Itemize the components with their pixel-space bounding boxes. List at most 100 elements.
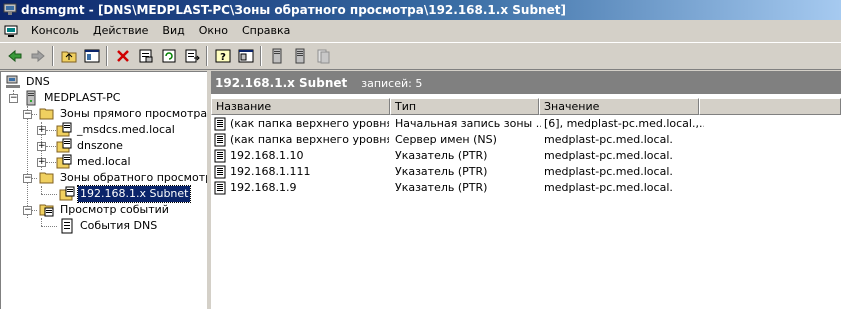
column-header-filler (699, 98, 841, 115)
record-value: medplast-pc.med.local. (544, 181, 673, 194)
event-viewer-icon (39, 202, 55, 218)
zone-icon (59, 186, 75, 202)
tree-node-dns-events[interactable]: События DNS (59, 218, 159, 234)
collapse-server-toggle[interactable]: − (9, 94, 18, 103)
tree-label-zone: dnszone (77, 139, 123, 152)
server-alt-icon (295, 48, 304, 64)
menu-window[interactable]: Окно (192, 22, 235, 40)
tree-node-event-viewer[interactable]: Просмотр событий (39, 202, 171, 218)
tree-node-reverse-subnet[interactable]: 192.168.1.x Subnet (59, 185, 192, 203)
record-icon (213, 165, 227, 179)
forward-button[interactable] (26, 45, 49, 67)
toolbar-separator (106, 46, 108, 66)
toolbar-separator (206, 46, 208, 66)
folder-open-icon (39, 106, 55, 122)
back-button[interactable] (3, 45, 26, 67)
refresh-icon (162, 49, 175, 63)
collapse-forward-zones-toggle[interactable]: − (23, 110, 32, 119)
collapse-reverse-zones-toggle[interactable]: − (23, 174, 32, 183)
record-icon (213, 181, 227, 195)
details-title: 192.168.1.x Subnet (215, 76, 348, 90)
record-type: Указатель (PTR) (395, 165, 488, 178)
column-header-type[interactable]: Тип (390, 98, 539, 115)
help-icon: ? (215, 49, 230, 63)
back-icon (7, 49, 21, 63)
column-header-name[interactable]: Название (211, 98, 390, 115)
title-bar[interactable]: dnsmgmt - [DNS\MEDPLAST-PC\Зоны обратног… (0, 0, 841, 20)
record-name: 192.168.1.111 (230, 165, 311, 178)
tree-label-server: MEDPLAST-PC (44, 91, 121, 104)
zone-icon (56, 138, 72, 154)
record-type: Указатель (PTR) (395, 181, 488, 194)
table-row[interactable]: 192.168.1.9 Указатель (PTR) medplast-pc.… (211, 180, 841, 196)
record-value: [6], medplast-pc.med.local.,... (544, 117, 704, 130)
server-icon (272, 48, 281, 64)
show-hide-tree-button[interactable] (80, 45, 103, 67)
expand-msdcs-toggle[interactable]: + (37, 126, 46, 135)
tree-label-dns-events: События DNS (80, 219, 158, 232)
record-name: 192.168.1.10 (230, 149, 304, 162)
record-icon (213, 133, 227, 147)
record-type: Указатель (PTR) (395, 149, 488, 162)
record-name: 192.168.1.9 (230, 181, 297, 194)
record-icon (213, 117, 227, 131)
toolbar-separator (52, 46, 54, 66)
help-button[interactable]: ? (211, 45, 234, 67)
forward-icon (31, 49, 45, 63)
console-tree-button[interactable] (234, 45, 257, 67)
record-value: medplast-pc.med.local. (544, 149, 673, 162)
table-row[interactable]: 192.168.1.111 Указатель (PTR) medplast-p… (211, 164, 841, 180)
details-pane: 192.168.1.x Subnet записей: 5 Название Т… (211, 71, 841, 309)
record-type: Начальная запись зоны ... (395, 117, 541, 130)
table-row[interactable]: (как папка верхнего уровня) Сервер имен … (211, 132, 841, 148)
expand-med-local-toggle[interactable]: + (37, 158, 46, 167)
tree-label-forward-zones: Зоны прямого просмотра (60, 107, 208, 120)
server-button[interactable] (265, 45, 288, 67)
window-title: dnsmgmt - [DNS\MEDPLAST-PC\Зоны обратног… (21, 3, 566, 17)
up-one-level-button[interactable] (57, 45, 80, 67)
tree-node-zone-dnszone[interactable]: dnszone (56, 138, 125, 154)
export-list-button[interactable] (180, 45, 203, 67)
expand-dnszone-toggle[interactable]: + (37, 142, 46, 151)
record-value: medplast-pc.med.local. (544, 133, 673, 146)
tree-node-forward-zones[interactable]: Зоны прямого просмотра (39, 106, 209, 122)
collapse-events-toggle[interactable]: − (23, 206, 32, 215)
server-disabled-icon (317, 49, 329, 64)
server-alt-button[interactable] (288, 45, 311, 67)
up-folder-icon (61, 51, 76, 63)
export-list-icon (185, 49, 200, 63)
tree-node-server[interactable]: MEDPLAST-PC (23, 90, 122, 106)
column-header-value[interactable]: Значение (539, 98, 699, 115)
details-header: 192.168.1.x Subnet записей: 5 (211, 72, 841, 94)
record-name: (как папка верхнего уровня) (230, 133, 389, 146)
properties-icon (139, 49, 152, 63)
console-tree-icon (238, 49, 253, 63)
tree-node-dns[interactable]: DNS (5, 74, 52, 90)
properties-button[interactable] (134, 45, 157, 67)
table-row[interactable]: 192.168.1.10 Указатель (PTR) medplast-pc… (211, 148, 841, 164)
record-name: (как папка верхнего уровня) (230, 117, 389, 130)
refresh-button[interactable] (157, 45, 180, 67)
menu-console[interactable]: Консоль (24, 22, 86, 40)
dns-icon (5, 74, 21, 90)
delete-button[interactable] (111, 45, 134, 67)
dns-app-icon (3, 3, 17, 17)
table-row[interactable]: (как папка верхнего уровня) Начальная за… (211, 116, 841, 132)
svg-text:?: ? (220, 52, 226, 63)
zone-icon (56, 122, 72, 138)
server-disabled-button[interactable] (311, 45, 334, 67)
record-type: Сервер имен (NS) (395, 133, 497, 146)
record-icon (213, 149, 227, 163)
record-count: записей: 5 (361, 76, 423, 90)
tree-node-reverse-zones[interactable]: Зоны обратного просмотра (39, 170, 221, 186)
zone-icon (56, 154, 72, 170)
menu-view[interactable]: Вид (155, 22, 191, 40)
menu-help[interactable]: Справка (235, 22, 297, 40)
console-tree[interactable]: DNS − MEDPLAST-PC − Зоны прямого просмот… (0, 71, 219, 309)
record-value: medplast-pc.med.local. (544, 165, 673, 178)
console-system-icon[interactable] (4, 24, 18, 38)
tree-node-zone-med-local[interactable]: med.local (56, 154, 133, 170)
tree-node-zone-msdcs[interactable]: _msdcs.med.local (56, 122, 177, 138)
folder-open-icon (39, 170, 55, 186)
menu-action[interactable]: Действие (86, 22, 155, 40)
